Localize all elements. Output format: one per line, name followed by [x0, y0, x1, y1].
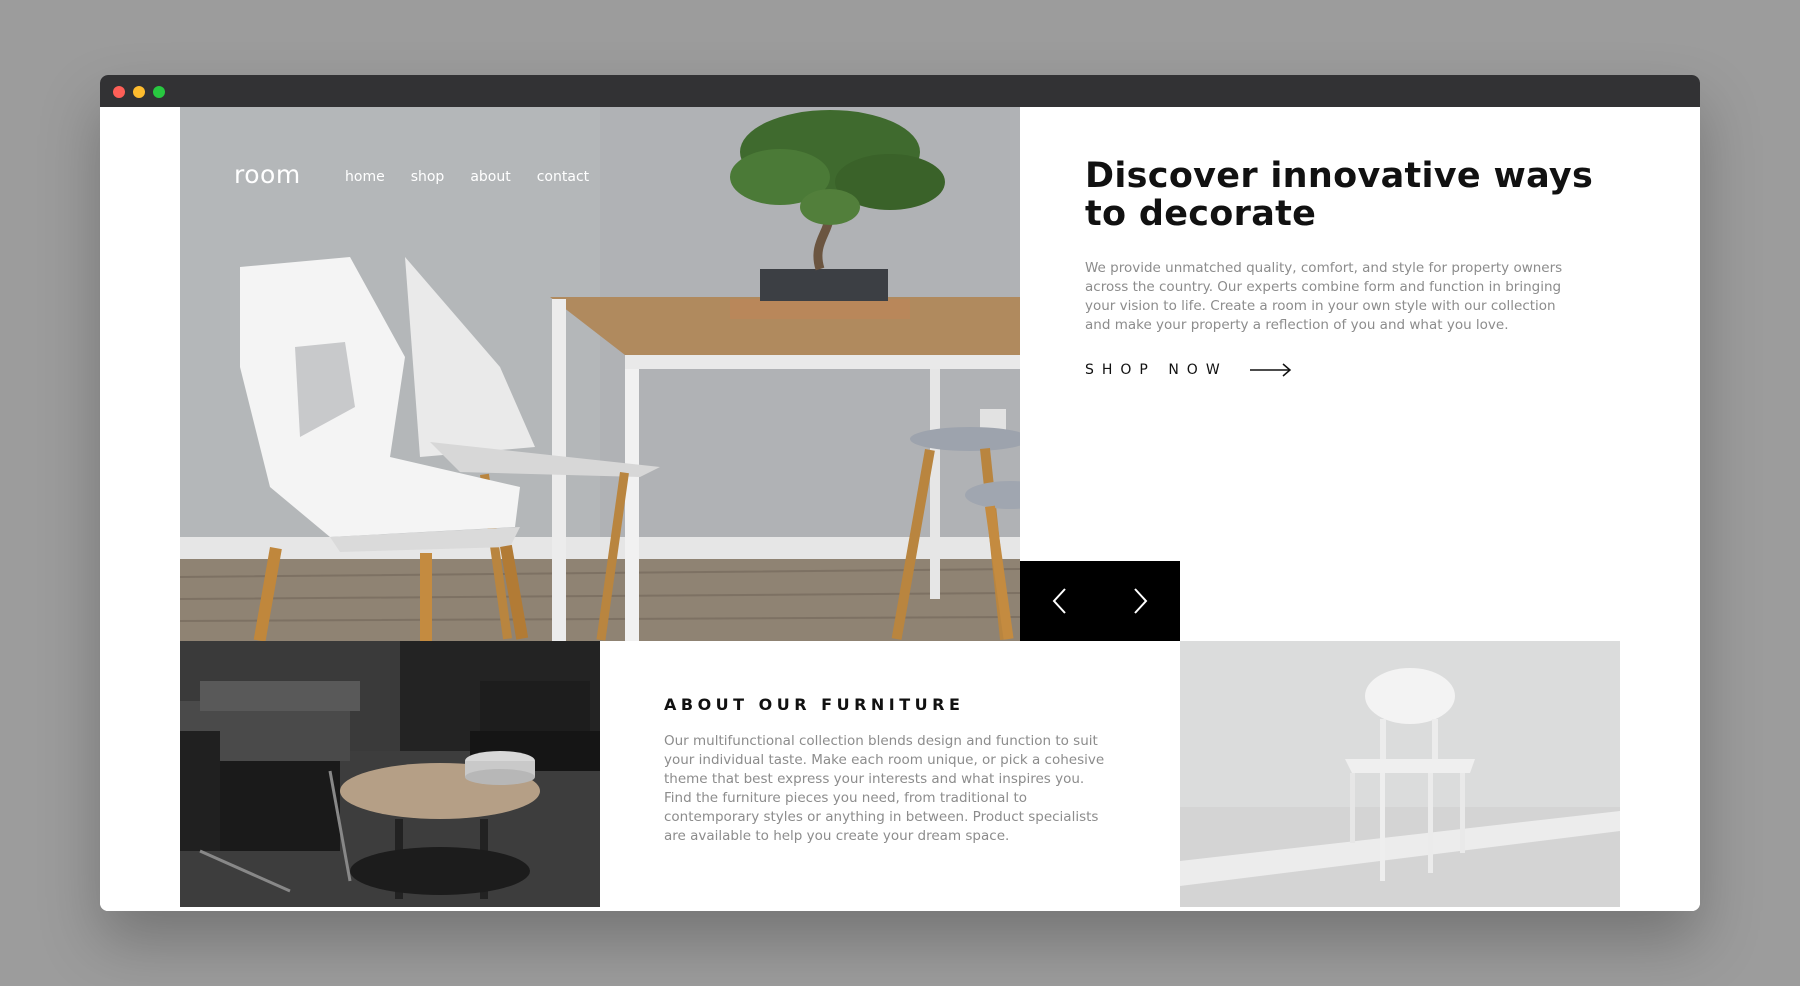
light-chair-image — [1180, 641, 1620, 907]
slider-controls — [1020, 561, 1180, 641]
arrow-right-icon — [1249, 363, 1291, 377]
hero-illustration — [180, 107, 1020, 641]
close-window-button[interactable] — [113, 86, 125, 98]
page-content: room home shop about contact Discover in… — [100, 107, 1700, 911]
slider-next-button[interactable] — [1100, 561, 1180, 641]
window-titlebar — [100, 75, 1700, 107]
about-text: Our multifunctional collection blends de… — [664, 733, 1105, 844]
light-chair-illustration — [1180, 641, 1620, 907]
chevron-right-icon — [1134, 588, 1148, 614]
browser-window: room home shop about contact Discover in… — [100, 75, 1700, 911]
main-nav: home shop about contact — [345, 169, 615, 185]
dark-furniture-illustration — [180, 641, 600, 907]
slider-prev-button[interactable] — [1020, 561, 1100, 641]
nav-shop-link[interactable]: shop — [411, 169, 445, 185]
site-logo[interactable]: room — [234, 160, 301, 189]
chevron-left-icon — [1052, 588, 1066, 614]
maximize-window-button[interactable] — [153, 86, 165, 98]
nav-contact-link[interactable]: contact — [537, 169, 589, 185]
nav-about-link[interactable]: about — [470, 169, 510, 185]
hero-image: room home shop about contact — [180, 107, 1020, 641]
about-title: ABOUT OUR FURNITURE — [664, 695, 965, 714]
shop-now-button[interactable]: SHOP NOW — [1085, 362, 1292, 378]
dark-furniture-image — [180, 641, 600, 907]
hero-description: We provide unmatched quality, comfort, a… — [1085, 260, 1563, 333]
minimize-window-button[interactable] — [133, 86, 145, 98]
nav-home-link[interactable]: home — [345, 169, 385, 185]
shop-now-label: SHOP NOW — [1085, 362, 1228, 378]
hero-headline: Discover innovative ways to decorate — [1085, 156, 1594, 234]
